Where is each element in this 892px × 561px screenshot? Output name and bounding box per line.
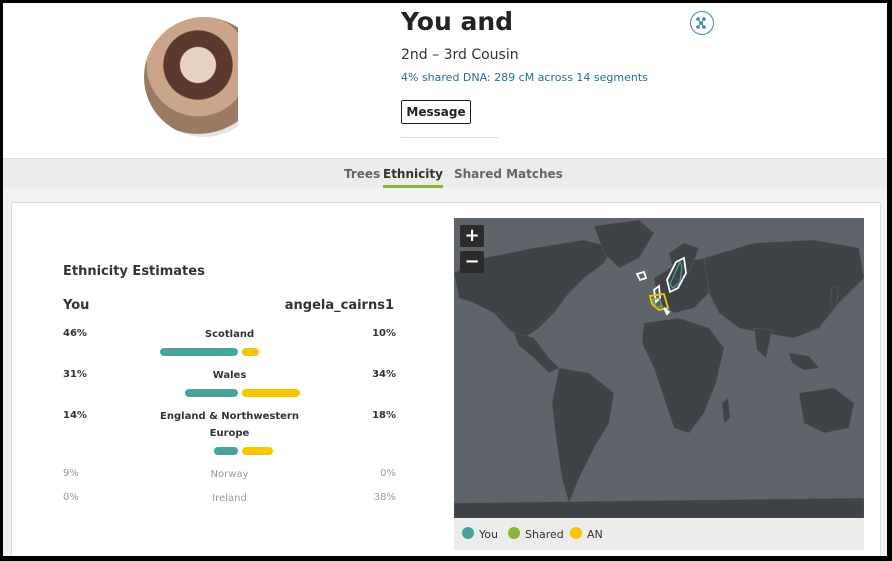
tab-ethnicity[interactable]: Ethnicity: [383, 167, 443, 188]
you-column-header: You: [63, 298, 90, 313]
map-legend: You Shared AN: [454, 518, 864, 550]
legend-item-you: You: [462, 527, 498, 541]
legend-label: Shared: [525, 528, 564, 541]
region-name: Ireland: [212, 493, 247, 504]
world-map-graphic: [454, 219, 864, 518]
region-name: England & Northwestern Europe: [160, 411, 299, 439]
region-name: Norway: [210, 469, 249, 480]
zoom-in-button[interactable]: +: [460, 225, 484, 247]
match-bar: [242, 348, 259, 356]
match-column-header: angela_cairns1: [284, 298, 394, 313]
you-percent: 0%: [63, 492, 79, 503]
shared-dot-icon: [508, 527, 520, 539]
you-percent: 14%: [63, 410, 87, 421]
tab-trees[interactable]: Trees: [344, 167, 380, 185]
you-bar: [185, 389, 238, 397]
match-bar: [242, 389, 300, 397]
an-dot-icon: [570, 527, 582, 539]
you-bar: [159, 348, 238, 356]
tree-link-icon[interactable]: [690, 11, 714, 35]
zoom-out-button[interactable]: −: [460, 251, 484, 273]
region-name: Wales: [212, 370, 247, 381]
page-title: You and: [401, 7, 514, 36]
match-percent: 34%: [372, 369, 396, 380]
ethnicity-map[interactable]: + −: [454, 218, 864, 518]
message-button[interactable]: Message: [401, 100, 471, 124]
region-name: Scotland: [204, 329, 255, 340]
you-bar: [214, 447, 238, 455]
you-dot-icon: [462, 527, 474, 539]
tab-bar: Trees Ethnicity Shared Matches: [3, 158, 887, 188]
match-header: You and 2nd – 3rd Cousin 4% shared DNA: …: [3, 3, 887, 158]
match-percent: 18%: [372, 410, 396, 421]
legend-item-shared: Shared: [508, 527, 564, 541]
match-bar: [242, 447, 273, 455]
legend-label: AN: [587, 528, 603, 541]
divider: [401, 137, 499, 138]
legend-label: You: [479, 528, 498, 541]
shared-dna-link[interactable]: 4% shared DNA: 289 cM across 14 segments: [401, 71, 648, 84]
relationship-label: 2nd – 3rd Cousin: [401, 47, 519, 63]
legend-item-an: AN: [570, 527, 603, 541]
match-percent: 10%: [372, 328, 396, 339]
you-percent: 31%: [63, 369, 87, 380]
match-percent: 38%: [373, 492, 396, 503]
you-percent: 9%: [63, 468, 79, 479]
you-percent: 46%: [63, 328, 87, 339]
tab-shared-matches[interactable]: Shared Matches: [454, 167, 563, 185]
match-percent: 0%: [380, 468, 396, 479]
page-frame: You and 2nd – 3rd Cousin 4% shared DNA: …: [3, 3, 887, 556]
avatar-mask: [238, 13, 278, 143]
section-title: Ethnicity Estimates: [63, 264, 205, 279]
